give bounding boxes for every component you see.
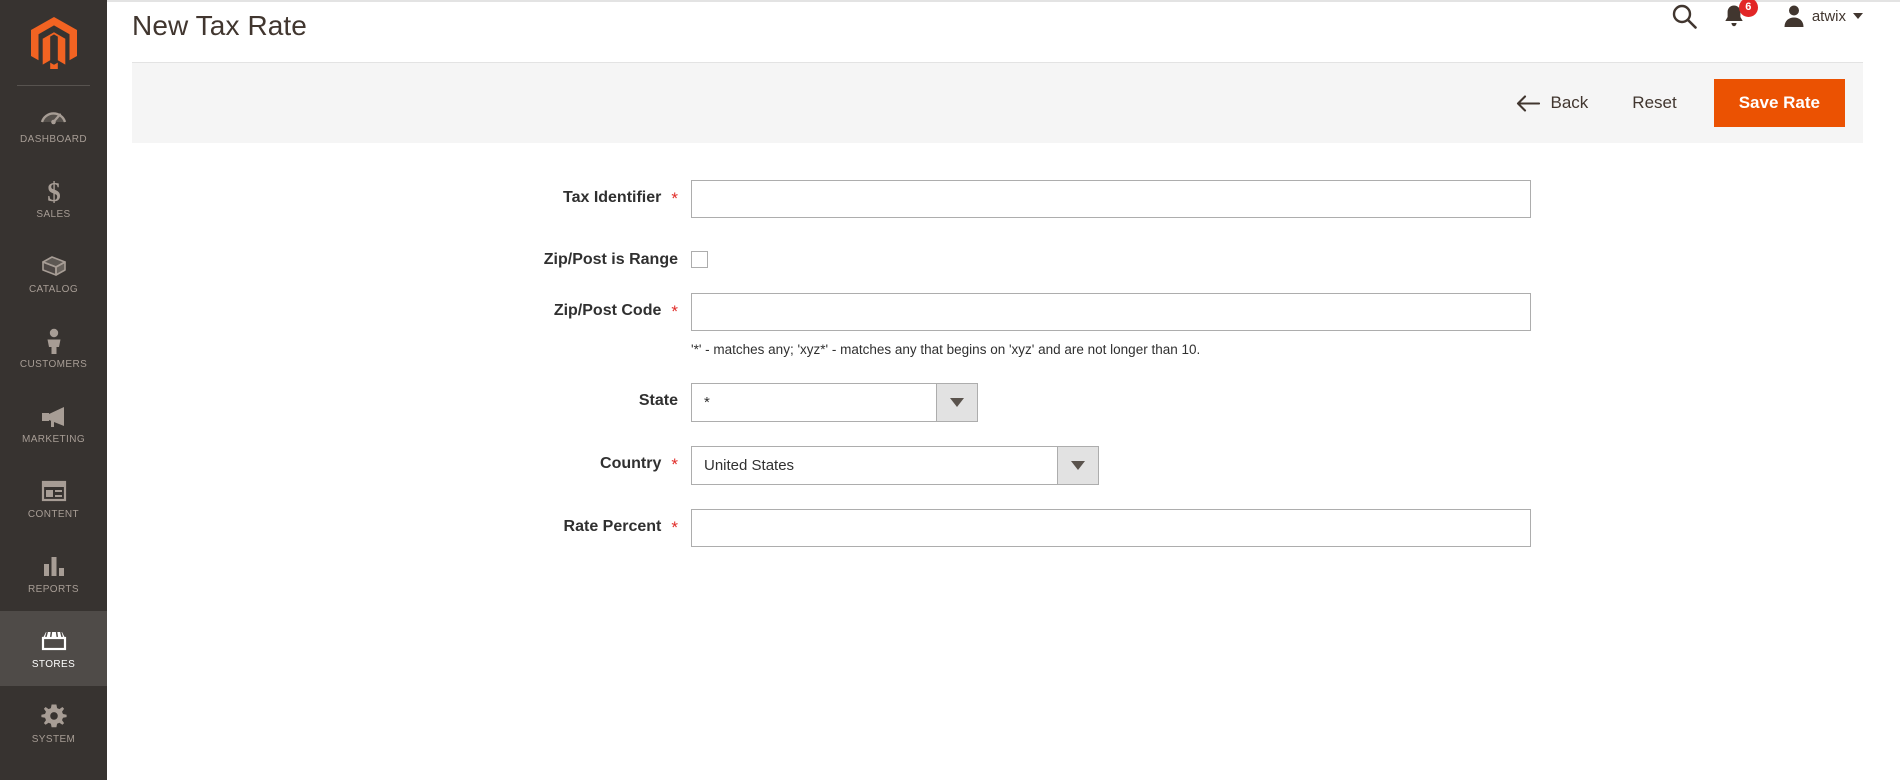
sidebar-item-label: Marketing <box>21 434 86 445</box>
field-zip-code: Zip/Post Code * '*' - matches any; 'xyz*… <box>132 293 1900 359</box>
field-label-cell: Zip/Post Code * <box>132 293 691 320</box>
magento-admin-page: Dashboard $ Sales Catalog <box>0 0 1900 780</box>
magento-logo[interactable] <box>0 0 107 86</box>
sidebar-item-label: Reports <box>28 584 79 595</box>
tax-identifier-input[interactable] <box>691 180 1531 218</box>
reset-button[interactable]: Reset <box>1610 83 1698 123</box>
field-label-cell: Country * <box>132 446 691 473</box>
required-marker: * <box>671 301 678 321</box>
sidebar-item-content[interactable]: Content <box>0 461 107 536</box>
chevron-down-icon <box>1853 13 1863 19</box>
page-title: New Tax Rate <box>132 10 307 41</box>
required-marker: * <box>671 188 678 208</box>
bell-notification-icon[interactable]: 6 <box>1723 0 1758 28</box>
state-select-arrow <box>936 383 978 423</box>
field-state: State * <box>132 383 1900 423</box>
sidebar-item-stores[interactable]: Stores <box>0 611 107 686</box>
field-control <box>691 509 1531 548</box>
sidebar-item-system[interactable]: System <box>0 686 107 761</box>
user-name-label: atwix <box>1811 7 1846 25</box>
field-zip-is-range: Zip/Post is Range <box>132 242 1900 269</box>
sidebar-item-sales[interactable]: $ Sales <box>0 161 107 236</box>
header-actions: 6 atwix <box>1671 0 1863 29</box>
sidebar-item-label: Catalog <box>28 284 79 295</box>
save-rate-button[interactable]: Save Rate <box>1713 79 1845 127</box>
state-select-value: * <box>691 383 936 423</box>
notification-count-badge: 6 <box>1738 0 1758 17</box>
field-tax-identifier: Tax Identifier * <box>132 180 1900 218</box>
sidebar-item-label: System <box>31 734 76 745</box>
zip-code-hint: '*' - matches any; 'xyz*' - matches any … <box>691 342 1201 357</box>
storefront-icon <box>40 627 68 655</box>
sidebar-item-label: Sales <box>36 209 71 220</box>
rate-percent-label: Rate Percent <box>563 518 662 536</box>
required-marker: * <box>671 454 678 474</box>
rate-percent-input[interactable] <box>691 509 1531 548</box>
country-label: Country <box>600 455 662 473</box>
zip-is-range-label: Zip/Post is Range <box>543 251 678 268</box>
page-header: New Tax Rate 6 atwix <box>107 0 1900 62</box>
sidebar-item-marketing[interactable]: Marketing <box>0 386 107 461</box>
bar-chart-icon <box>40 552 68 580</box>
zip-code-input[interactable] <box>691 293 1531 331</box>
sidebar-item-label: Customers <box>19 359 88 370</box>
field-control <box>691 242 708 268</box>
svg-text:$: $ <box>47 178 61 205</box>
gear-icon <box>40 702 68 730</box>
sidebar-item-label: Content <box>27 509 80 520</box>
main-sidebar: Dashboard $ Sales Catalog <box>0 0 107 780</box>
sidebar-item-catalog[interactable]: Catalog <box>0 236 107 311</box>
sidebar-item-dashboard[interactable]: Dashboard <box>0 86 107 161</box>
box-package-icon <box>40 252 68 280</box>
field-rate-percent: Rate Percent * <box>132 509 1900 548</box>
zip-is-range-checkbox[interactable] <box>691 251 708 268</box>
field-control: United States <box>691 446 1099 486</box>
magento-logo-icon <box>30 17 77 69</box>
user-avatar-icon <box>1784 5 1804 27</box>
arrow-left-icon <box>1516 94 1540 112</box>
field-control <box>691 180 1531 218</box>
field-label-cell: Zip/Post is Range <box>132 242 691 269</box>
dollar-sign-icon: $ <box>40 177 68 205</box>
field-control: '*' - matches any; 'xyz*' - matches any … <box>691 293 1531 359</box>
sidebar-item-customers[interactable]: Customers <box>0 311 107 386</box>
megaphone-icon <box>40 402 68 430</box>
field-control: * <box>691 383 978 423</box>
country-select[interactable]: United States <box>691 446 1099 486</box>
country-select-value: United States <box>691 446 1057 486</box>
person-icon <box>40 327 68 355</box>
back-button[interactable]: Back <box>1494 83 1611 123</box>
chevron-down-icon <box>950 398 964 408</box>
search-icon[interactable] <box>1671 3 1697 29</box>
tax-rate-form: Tax Identifier * Zip/Post is Range Zip/P… <box>107 143 1900 548</box>
state-label: State <box>638 392 678 410</box>
state-select[interactable]: * <box>691 383 978 423</box>
country-select-arrow <box>1057 446 1099 486</box>
reset-button-label: Reset <box>1632 93 1677 112</box>
dashboard-gauge-icon <box>40 102 68 130</box>
zip-code-label: Zip/Post Code <box>553 302 662 319</box>
field-country: Country * United States <box>132 446 1900 486</box>
main-content: New Tax Rate 6 atwix Back Reset Save Rat… <box>107 0 1900 780</box>
user-menu-button[interactable]: atwix <box>1783 4 1863 28</box>
layout-window-icon <box>40 477 68 505</box>
field-label-cell: State <box>132 383 691 410</box>
page-actions-toolbar: Back Reset Save Rate <box>132 62 1863 143</box>
chevron-down-icon <box>1071 461 1085 471</box>
tax-identifier-label: Tax Identifier <box>562 189 662 206</box>
field-label-cell: Tax Identifier * <box>132 180 691 207</box>
field-label-cell: Rate Percent * <box>132 509 691 536</box>
sidebar-item-label: Dashboard <box>20 134 87 145</box>
back-button-label: Back <box>1550 93 1589 112</box>
sidebar-item-reports[interactable]: Reports <box>0 536 107 611</box>
required-marker: * <box>671 517 678 537</box>
sidebar-item-label: Stores <box>31 659 76 670</box>
